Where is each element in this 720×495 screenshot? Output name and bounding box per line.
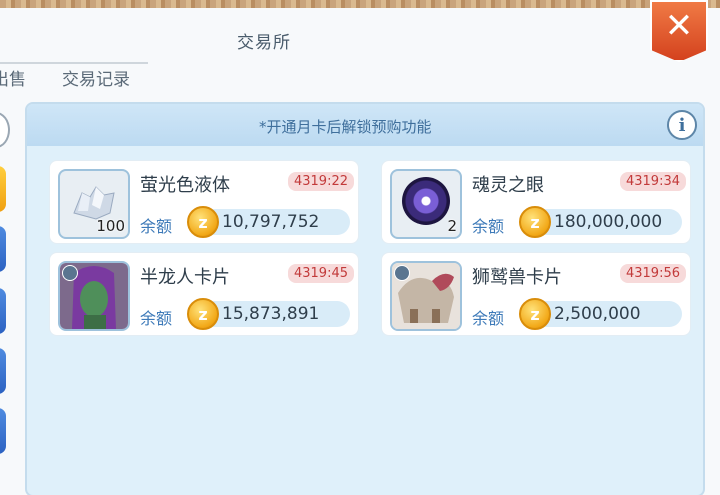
item-thumbnail: 100: [58, 169, 130, 239]
tab-underline: [0, 62, 148, 64]
balance-value: 180,000,000: [554, 212, 663, 232]
item-card[interactable]: 半龙人卡片 4319:45 余额 z 15,873,891: [49, 252, 359, 336]
close-icon: ✕: [664, 6, 694, 46]
zeny-coin-icon: z: [519, 206, 551, 238]
item-quantity: 2: [447, 217, 457, 235]
soul-eye-icon: [402, 177, 450, 225]
card-type-icon: [62, 265, 78, 281]
item-timer: 4319:34: [619, 172, 686, 191]
sidebar-item-active[interactable]: [0, 166, 6, 212]
info-icon[interactable]: i: [667, 110, 697, 140]
close-button[interactable]: ✕: [650, 0, 708, 62]
zeny-coin-icon: z: [187, 298, 219, 330]
balance-label: 余额: [472, 217, 505, 236]
zeny-coin-icon: z: [187, 206, 219, 238]
item-thumbnail: 2: [390, 169, 462, 239]
item-name: 魂灵之眼: [472, 175, 544, 196]
tab-trade-record[interactable]: 交易记录: [62, 65, 130, 90]
sidebar-item-3[interactable]: [0, 288, 6, 334]
balance-value: 10,797,752: [222, 212, 320, 232]
tab-sell[interactable]: 出售: [0, 65, 26, 90]
item-timer: 4319:22: [287, 172, 354, 191]
top-decor-strip: [0, 0, 720, 8]
item-thumbnail: [390, 261, 462, 331]
window-title: 交易所: [237, 33, 291, 53]
balance-label: 余额: [472, 309, 505, 328]
item-card[interactable]: 100 萤光色液体 4319:22 余额 z 10,797,752: [49, 160, 359, 244]
item-timer: 4319:56: [619, 264, 686, 283]
listing-area: *开通月卡后解锁预购功能 i 100 萤光色液体 4319:22 余额 z 10…: [25, 102, 705, 495]
notice-bar: *开通月卡后解锁预购功能 i: [27, 104, 703, 146]
sidebar-circle-button[interactable]: [0, 112, 10, 148]
balance-value: 15,873,891: [222, 304, 320, 324]
item-card[interactable]: 2 魂灵之眼 4319:34 余额 z 180,000,000: [381, 160, 691, 244]
item-quantity: 100: [96, 217, 125, 235]
item-thumbnail: [58, 261, 130, 331]
sidebar-item-4[interactable]: [0, 348, 6, 394]
sidebar-item-5[interactable]: [0, 408, 6, 454]
balance-label: 余额: [140, 309, 173, 328]
balance-value: 2,500,000: [554, 304, 641, 324]
zeny-coin-icon: z: [519, 298, 551, 330]
item-card[interactable]: 狮鹫兽卡片 4319:56 余额 z 2,500,000: [381, 252, 691, 336]
sidebar-item-2[interactable]: [0, 226, 6, 272]
item-name: 萤光色液体: [140, 175, 230, 196]
balance-label: 余额: [140, 217, 173, 236]
item-name: 半龙人卡片: [140, 267, 230, 288]
item-timer: 4319:45: [287, 264, 354, 283]
card-type-icon: [394, 265, 410, 281]
item-name: 狮鹫兽卡片: [472, 267, 562, 288]
notice-text: *开通月卡后解锁预购功能: [259, 118, 432, 136]
